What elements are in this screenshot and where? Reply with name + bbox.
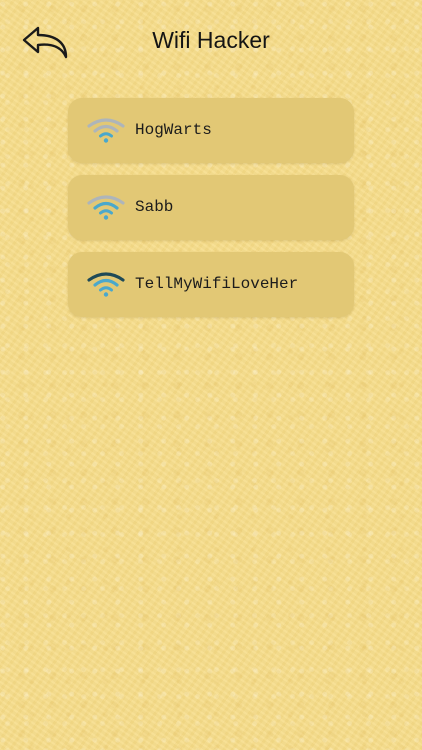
- page-title: Wifi Hacker: [152, 27, 270, 53]
- network-name: HogWarts: [135, 121, 212, 139]
- wifi-signal-icon: [87, 270, 125, 298]
- network-list: HogWarts Sabb TellMyWifiLoveHer: [68, 98, 354, 329]
- network-name: Sabb: [135, 198, 174, 216]
- wifi-signal-icon: [87, 116, 125, 144]
- network-item-sabb[interactable]: Sabb: [68, 175, 354, 240]
- wifi-signal-icon: [87, 193, 125, 221]
- network-name: TellMyWifiLoveHer: [135, 275, 299, 293]
- network-item-hogwarts[interactable]: HogWarts: [68, 98, 354, 163]
- header-bar: Wifi Hacker: [0, 0, 422, 82]
- network-item-tellmywifiloveher[interactable]: TellMyWifiLoveHer: [68, 252, 354, 317]
